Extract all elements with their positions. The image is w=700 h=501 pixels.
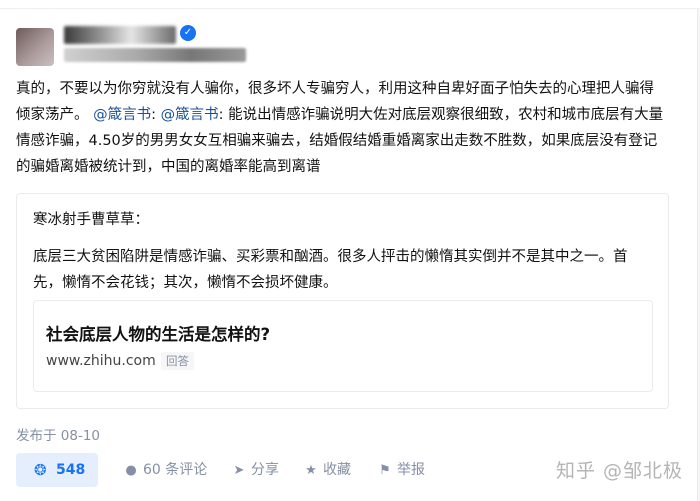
quoted-post[interactable]: 寒冰射手曹草草： 底层三大贫困陷阱是情感诈骗、买彩票和酗酒。很多人抨击的懒惰其实… bbox=[16, 193, 669, 409]
publish-time: 发布于 08-10 bbox=[16, 428, 101, 444]
watermark: 知乎 @邹北极 bbox=[556, 460, 684, 482]
share-button[interactable]: ➤ 分享 bbox=[231, 453, 279, 487]
favorite-button[interactable]: ★ 收藏 bbox=[303, 453, 351, 487]
post-content: 真的，不要以为你穷就没有人骗你，很多坏人专骗穷人，利用这种自卑好面子怕失去的心理… bbox=[16, 76, 666, 180]
vote-button[interactable]: ❂ 548 bbox=[16, 453, 98, 487]
mention-link[interactable]: @箴言书 bbox=[161, 107, 219, 123]
paper-plane-icon: ➤ bbox=[233, 463, 245, 478]
link-card[interactable]: 社会底层人物的生活是怎样的? www.zhihu.com 回答 bbox=[33, 300, 653, 392]
mention-link[interactable]: @箴言书 bbox=[93, 107, 151, 123]
link-domain: www.zhihu.com bbox=[46, 353, 156, 369]
comment-button[interactable]: ● 60 条评论 bbox=[123, 453, 207, 487]
report-button[interactable]: ⚑ 举报 bbox=[377, 453, 425, 487]
favorite-label: 收藏 bbox=[323, 462, 351, 478]
applause-icon: ❂ bbox=[34, 461, 47, 479]
report-label: 举报 bbox=[397, 462, 425, 478]
verified-check-icon: ✓ bbox=[180, 25, 196, 41]
avatar[interactable] bbox=[16, 28, 54, 66]
author-bio-blurred bbox=[64, 48, 246, 62]
quote-text: 底层三大贫困陷阱是情感诈骗、买彩票和酗酒。很多人抨击的懒惰其实倒并不是其中之一。… bbox=[33, 249, 628, 291]
mention-separator: : bbox=[151, 107, 161, 123]
star-icon: ★ bbox=[305, 463, 317, 478]
top-divider bbox=[0, 0, 700, 9]
author-name-blurred[interactable] bbox=[64, 26, 176, 44]
quote-author[interactable]: 寒冰射手曹草草： bbox=[33, 208, 149, 229]
comment-label: 60 条评论 bbox=[143, 462, 208, 478]
share-label: 分享 bbox=[251, 462, 279, 478]
link-title[interactable]: 社会底层人物的生活是怎样的? bbox=[46, 321, 270, 345]
comment-bubble-icon: ● bbox=[125, 463, 137, 478]
answer-badge: 回答 bbox=[161, 352, 194, 370]
post-card: ✓ 真的，不要以为你穷就没有人骗你，很多坏人专骗穷人，利用这种自卑好面子怕失去的… bbox=[0, 0, 700, 501]
flag-icon: ⚑ bbox=[379, 463, 391, 478]
vote-count: 548 bbox=[56, 462, 86, 478]
